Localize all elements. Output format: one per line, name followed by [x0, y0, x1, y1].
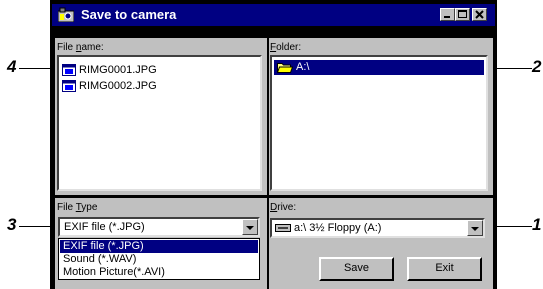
file-item[interactable]: RIMG0002.JPG [62, 79, 157, 93]
file-type-option[interactable]: EXIF file (*.JPG) [60, 240, 258, 253]
window-title: Save to camera [81, 7, 177, 22]
file-name-panel: File name: RIMG0001.JPG RIMG0002.JPG [55, 38, 267, 195]
folder-label: Folder: [270, 42, 302, 53]
file-type-option[interactable]: Motion Picture(*.AVI) [60, 266, 258, 279]
image-file-icon [62, 64, 76, 77]
chevron-down-icon[interactable] [467, 220, 483, 236]
callout-1: 1 [532, 215, 542, 234]
drive-label: Drive: [270, 202, 297, 213]
folder-item-a[interactable]: A:\ [274, 60, 484, 75]
callout-4: 4 [7, 57, 17, 76]
file-name-label: File name: [57, 42, 104, 53]
chevron-down-icon[interactable] [242, 219, 258, 235]
exit-button[interactable]: Exit [407, 257, 482, 281]
camera-app-icon [57, 7, 75, 23]
folder-list[interactable]: A:\ [270, 55, 488, 191]
callout-3: 3 [7, 215, 17, 234]
file-list[interactable]: RIMG0001.JPG RIMG0002.JPG [57, 55, 262, 191]
file-type-panel: File Type EXIF file (*.JPG) EXIF file (*… [55, 198, 267, 289]
floppy-drive-icon [275, 224, 291, 233]
folder-panel: Folder: A:\ [269, 38, 493, 195]
file-type-label: File Type [57, 202, 98, 213]
close-button[interactable] [472, 8, 487, 21]
drive-panel: Drive: a:\ 3½ Floppy (A:) Save Exit [269, 198, 493, 289]
drive-select[interactable]: a:\ 3½ Floppy (A:) [270, 218, 485, 238]
callout-1-line [495, 226, 532, 227]
file-type-dropdown: EXIF file (*.JPG) Sound (*.WAV) Motion P… [58, 238, 260, 280]
maximize-button[interactable] [455, 8, 470, 21]
minimize-button[interactable] [440, 8, 455, 21]
file-type-select[interactable]: EXIF file (*.JPG) [58, 217, 260, 237]
file-item[interactable]: RIMG0001.JPG [62, 63, 157, 77]
file-type-option[interactable]: Sound (*.WAV) [60, 253, 258, 266]
open-folder-icon [276, 62, 294, 78]
title-bar[interactable]: Save to camera [52, 4, 495, 26]
callout-2: 2 [532, 57, 542, 76]
save-button[interactable]: Save [319, 257, 394, 281]
image-file-icon [62, 80, 76, 93]
callout-2-line [495, 68, 532, 69]
